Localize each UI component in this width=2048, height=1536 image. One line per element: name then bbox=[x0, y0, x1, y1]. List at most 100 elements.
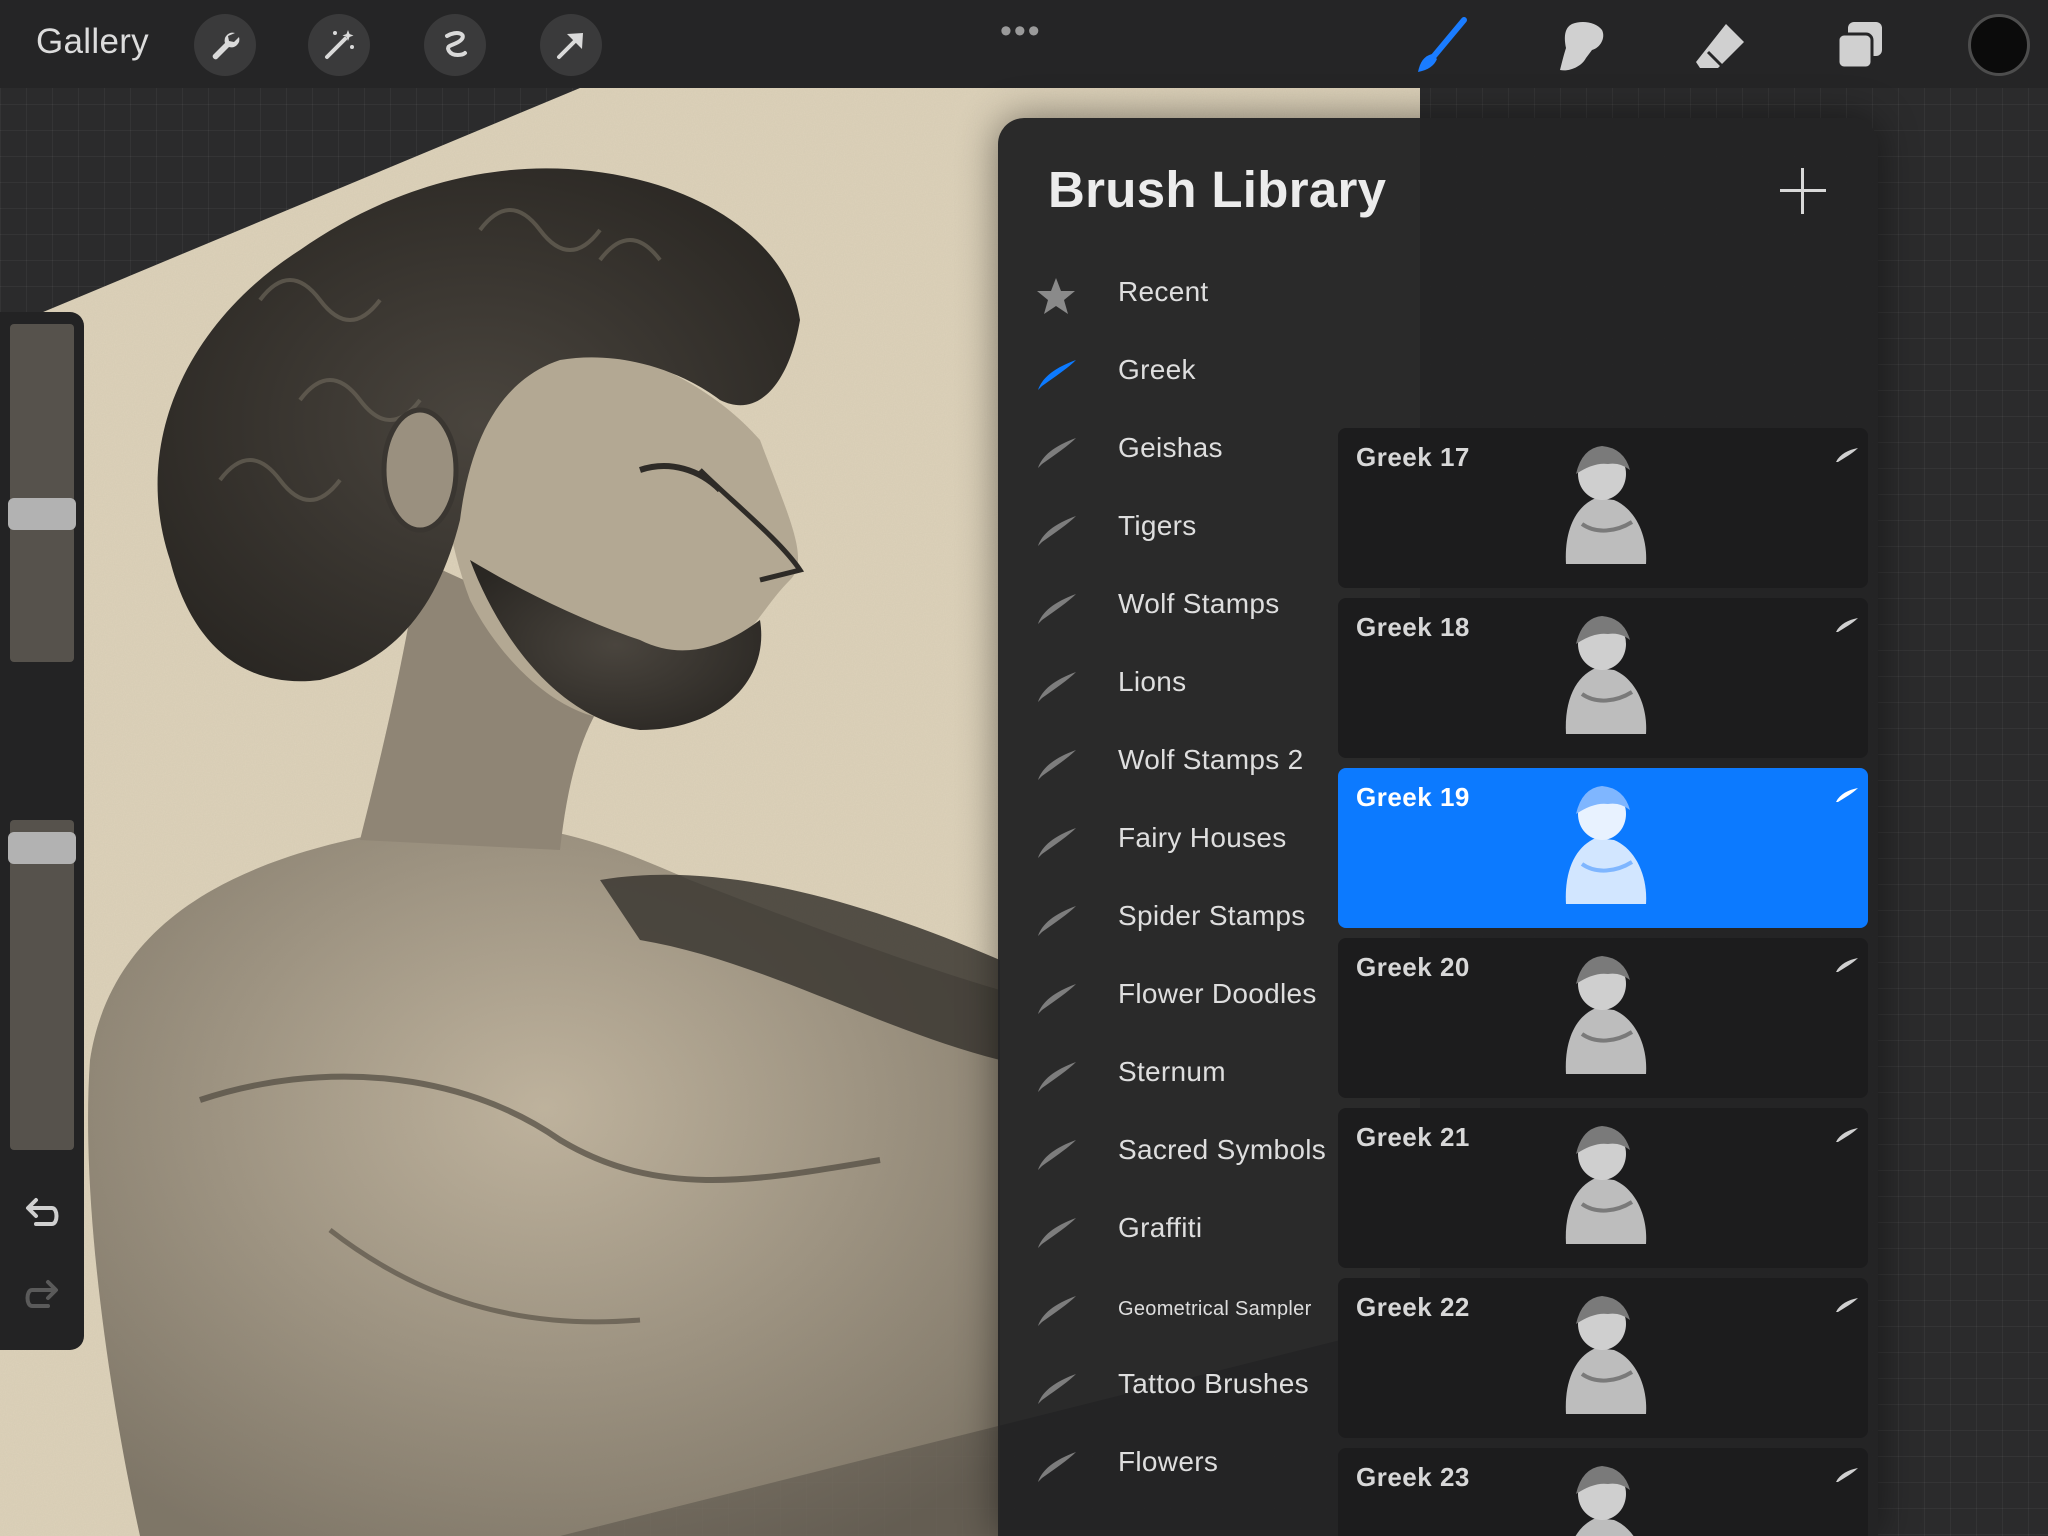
brush-stroke-icon bbox=[1038, 594, 1076, 624]
brush-card[interactable]: Greek 20 bbox=[1338, 938, 1868, 1098]
stroke-preview-icon bbox=[1836, 958, 1858, 972]
star-icon bbox=[1037, 278, 1075, 314]
brush-stroke-icon bbox=[1038, 984, 1076, 1014]
transform-arrow-icon[interactable] bbox=[540, 14, 602, 76]
brush-card-selected[interactable]: Greek 19 bbox=[1338, 768, 1868, 928]
brush-stroke-icon bbox=[1038, 1140, 1076, 1170]
top-toolbar: Gallery ••• bbox=[0, 0, 2048, 88]
brush-stroke-icon bbox=[1038, 360, 1076, 390]
selection-icon[interactable] bbox=[424, 14, 486, 76]
brush-set-item[interactable]: Lions bbox=[998, 648, 1338, 724]
brush-list: Greek 17 Greek 18 Greek 19 Greek 20 Greek 21… bbox=[1338, 258, 1868, 1536]
brush-card[interactable]: Greek 17 bbox=[1338, 428, 1868, 588]
brush-set-label: Lions bbox=[1118, 666, 1187, 697]
brush-set-item[interactable]: Wolf Stamps 2 bbox=[998, 726, 1338, 802]
brush-name: Greek 20 bbox=[1356, 952, 1470, 982]
brush-stroke-icon bbox=[1038, 1374, 1076, 1404]
brush-set-item[interactable]: Spider Stamps bbox=[998, 882, 1338, 958]
brush-preview-thumbnail bbox=[1575, 1466, 1634, 1536]
brush-set-item[interactable]: Graffiti bbox=[998, 1194, 1338, 1270]
redo-icon[interactable] bbox=[22, 1276, 62, 1316]
brush-set-label: Flowers bbox=[1118, 1446, 1219, 1477]
brush-set-item[interactable]: Sacred Symbols bbox=[998, 1116, 1338, 1192]
magic-wand-icon[interactable] bbox=[308, 14, 370, 76]
brush-set-item[interactable]: Geishas bbox=[998, 414, 1338, 490]
brush-set-label: Fairy Houses bbox=[1118, 822, 1287, 853]
opacity-slider[interactable] bbox=[10, 820, 74, 1150]
stroke-preview-icon bbox=[1836, 618, 1858, 632]
stroke-preview-icon bbox=[1836, 1128, 1858, 1142]
brush-set-label: Wolf Stamps bbox=[1118, 588, 1280, 619]
brush-size-slider-thumb[interactable] bbox=[8, 498, 76, 531]
brush-set-item[interactable]: Greek bbox=[998, 336, 1338, 412]
figure-ear bbox=[381, 407, 459, 533]
brush-set-label: Spider Stamps bbox=[1118, 900, 1306, 931]
brush-stroke-icon bbox=[1038, 438, 1076, 468]
brush-set-item[interactable]: Geometrical Sampler bbox=[998, 1272, 1338, 1348]
brush-stroke-icon bbox=[1038, 1296, 1076, 1326]
brush-card[interactable]: Greek 21 bbox=[1338, 1108, 1868, 1268]
brush-name: Greek 21 bbox=[1356, 1122, 1470, 1152]
brush-stroke-icon bbox=[1038, 750, 1076, 780]
brush-set-label: Recent bbox=[1118, 276, 1209, 307]
brush-set-label: Tattoo Brushes bbox=[1118, 1368, 1309, 1399]
stroke-preview-icon bbox=[1836, 448, 1858, 462]
layers-icon[interactable] bbox=[1830, 16, 1890, 76]
brush-set-label: Flower Doodles bbox=[1118, 978, 1317, 1009]
brush-preview-thumbnail bbox=[1565, 1296, 1647, 1414]
add-brush-set-button[interactable] bbox=[1780, 168, 1826, 214]
brush-preview-thumbnail bbox=[1565, 1126, 1647, 1244]
color-swatch-button[interactable] bbox=[1968, 14, 2030, 76]
brush-set-label: Wolf Stamps 2 bbox=[1118, 744, 1304, 775]
smudge-icon[interactable] bbox=[1550, 16, 1610, 76]
opacity-slider-thumb[interactable] bbox=[8, 831, 76, 864]
left-sidebar bbox=[0, 312, 84, 1350]
brush-library-panel: Brush Library Recent Greek Geishas Tigers Wo… bbox=[998, 118, 1878, 1536]
brush-stroke-icon bbox=[1038, 516, 1076, 546]
more-options-icon[interactable]: ••• bbox=[1000, 12, 1042, 51]
brush-icon[interactable] bbox=[1410, 16, 1470, 76]
brush-set-label: Greek bbox=[1118, 354, 1196, 385]
stroke-preview-icon bbox=[1836, 1468, 1858, 1482]
brush-stroke-icon bbox=[1038, 1062, 1076, 1092]
brush-card[interactable]: Greek 22 bbox=[1338, 1278, 1868, 1438]
brush-stroke-icon bbox=[1038, 828, 1076, 858]
brush-set-item[interactable]: Fairy Houses bbox=[998, 804, 1338, 880]
brush-set-label: Geishas bbox=[1118, 432, 1223, 463]
brush-set-item[interactable]: Sternum bbox=[998, 1038, 1338, 1114]
brush-name: Greek 22 bbox=[1356, 1292, 1470, 1322]
brush-name: Greek 18 bbox=[1356, 612, 1470, 642]
brush-set-label: Sternum bbox=[1118, 1056, 1226, 1087]
brush-set-label: Sacred Symbols bbox=[1118, 1134, 1327, 1165]
brush-stroke-icon bbox=[1038, 1452, 1076, 1482]
wrench-icon[interactable] bbox=[194, 14, 256, 76]
brush-stroke-icon bbox=[1038, 672, 1076, 702]
brush-set-item[interactable]: Recent bbox=[998, 258, 1338, 334]
stroke-preview-icon bbox=[1836, 788, 1858, 802]
brush-name: Greek 17 bbox=[1356, 442, 1470, 472]
panel-title: Brush Library bbox=[1048, 161, 1387, 218]
brush-set-label: Graffiti bbox=[1118, 1212, 1203, 1243]
brush-set-item[interactable]: Flower Doodles bbox=[998, 960, 1338, 1036]
gallery-button[interactable]: Gallery bbox=[36, 22, 149, 62]
stroke-preview-icon bbox=[1836, 1298, 1858, 1312]
brush-set-item[interactable]: Tigers bbox=[998, 492, 1338, 568]
brush-card[interactable]: Greek 18 bbox=[1338, 598, 1868, 758]
brush-set-label: Geometrical Sampler bbox=[1118, 1298, 1312, 1320]
brush-card[interactable]: Greek 23 bbox=[1338, 1448, 1868, 1536]
brush-preview-thumbnail bbox=[1565, 956, 1647, 1074]
brush-set-label: Tigers bbox=[1118, 510, 1197, 541]
brush-set-item[interactable]: Wolf Stamps bbox=[998, 570, 1338, 646]
brush-stroke-icon bbox=[1038, 1218, 1076, 1248]
brush-preview-thumbnail bbox=[1565, 446, 1647, 564]
brush-name: Greek 19 bbox=[1356, 782, 1470, 812]
brush-preview-thumbnail bbox=[1565, 786, 1647, 904]
eraser-icon[interactable] bbox=[1690, 16, 1750, 76]
brush-name: Greek 23 bbox=[1356, 1462, 1470, 1492]
undo-icon[interactable] bbox=[22, 1194, 62, 1234]
brush-preview-thumbnail bbox=[1565, 616, 1647, 734]
brush-stroke-icon bbox=[1038, 906, 1076, 936]
brush-set-item[interactable]: Flowers bbox=[998, 1428, 1338, 1504]
brush-set-item[interactable]: Tattoo Brushes bbox=[998, 1350, 1338, 1426]
brush-size-slider[interactable] bbox=[10, 324, 74, 662]
